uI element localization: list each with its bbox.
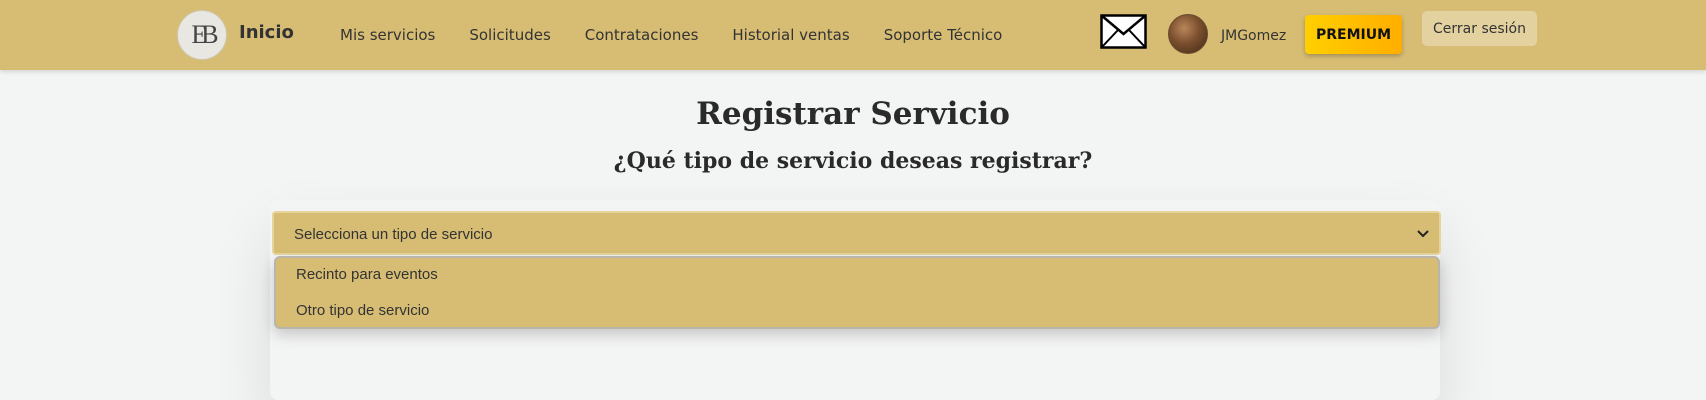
logo[interactable]: EB (177, 10, 227, 60)
option-recinto-para-eventos[interactable]: Recinto para eventos (296, 266, 438, 283)
logo-letters: EB (191, 20, 218, 49)
nav-link-historial-ventas[interactable]: Historial ventas (732, 26, 849, 44)
premium-button[interactable]: PREMIUM (1305, 15, 1402, 54)
mail-icon[interactable] (1100, 14, 1147, 49)
page-subtitle: ¿Qué tipo de servicio deseas registrar? (613, 148, 1093, 174)
avatar[interactable] (1168, 14, 1208, 54)
username[interactable]: JMGomez (1221, 28, 1286, 44)
nav-link-mis-servicios[interactable]: Mis servicios (340, 26, 435, 44)
logout-button[interactable]: Cerrar sesión (1422, 11, 1537, 46)
nav-link-contrataciones[interactable]: Contrataciones (585, 26, 699, 44)
option-otro-tipo-de-servicio[interactable]: Otro tipo de servicio (296, 302, 429, 319)
service-type-dropdown: Recinto para eventos Otro tipo de servic… (274, 256, 1440, 329)
home-link[interactable]: Inicio (239, 22, 294, 43)
page-title: Registrar Servicio (696, 96, 1010, 132)
nav-link-solicitudes[interactable]: Solicitudes (469, 26, 550, 44)
chevron-down-icon (1417, 230, 1429, 238)
navbar: EB Inicio Mis servicios Solicitudes Cont… (0, 0, 1706, 70)
nav-link-soporte-tecnico[interactable]: Soporte Técnico (884, 26, 1003, 44)
select-value: Selecciona un tipo de servicio (294, 226, 493, 243)
nav-links: Mis servicios Solicitudes Contrataciones… (340, 26, 1036, 44)
service-type-select[interactable]: Selecciona un tipo de servicio (272, 211, 1441, 255)
